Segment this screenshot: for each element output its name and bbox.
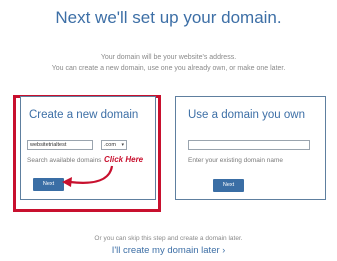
use-own-domain-title: Use a domain you own	[188, 109, 305, 121]
curved-arrow-icon	[62, 165, 114, 187]
tld-select[interactable]: .com ▾	[101, 140, 127, 150]
skip-step-text: Or you can skip this step and create a d…	[94, 235, 243, 242]
subtitle-line-2: You can create a new domain, use one you…	[51, 65, 286, 72]
page-title: Next we'll set up your domain.	[55, 8, 282, 27]
subtitle-line-1: Your domain will be your website's addre…	[100, 54, 237, 61]
tld-value: .com	[104, 142, 116, 148]
existing-domain-help-text: Enter your existing domain name	[188, 157, 284, 164]
use-own-domain-card: Use a domain you own Enter your existing…	[175, 96, 326, 200]
chevron-down-icon: ▾	[121, 142, 124, 148]
existing-domain-input[interactable]	[188, 140, 310, 150]
create-later-label: I'll create my domain later	[111, 245, 220, 256]
create-domain-later-link[interactable]: I'll create my domain later ›	[0, 245, 337, 256]
domain-name-input[interactable]: websitetrialtest	[27, 140, 93, 150]
domain-setup-page: Next we'll set up your domain. Your doma…	[0, 0, 337, 261]
create-new-domain-title: Create a new domain	[29, 109, 139, 121]
own-domain-next-button[interactable]: Next	[213, 179, 244, 192]
chevron-right-icon: ›	[222, 245, 226, 255]
